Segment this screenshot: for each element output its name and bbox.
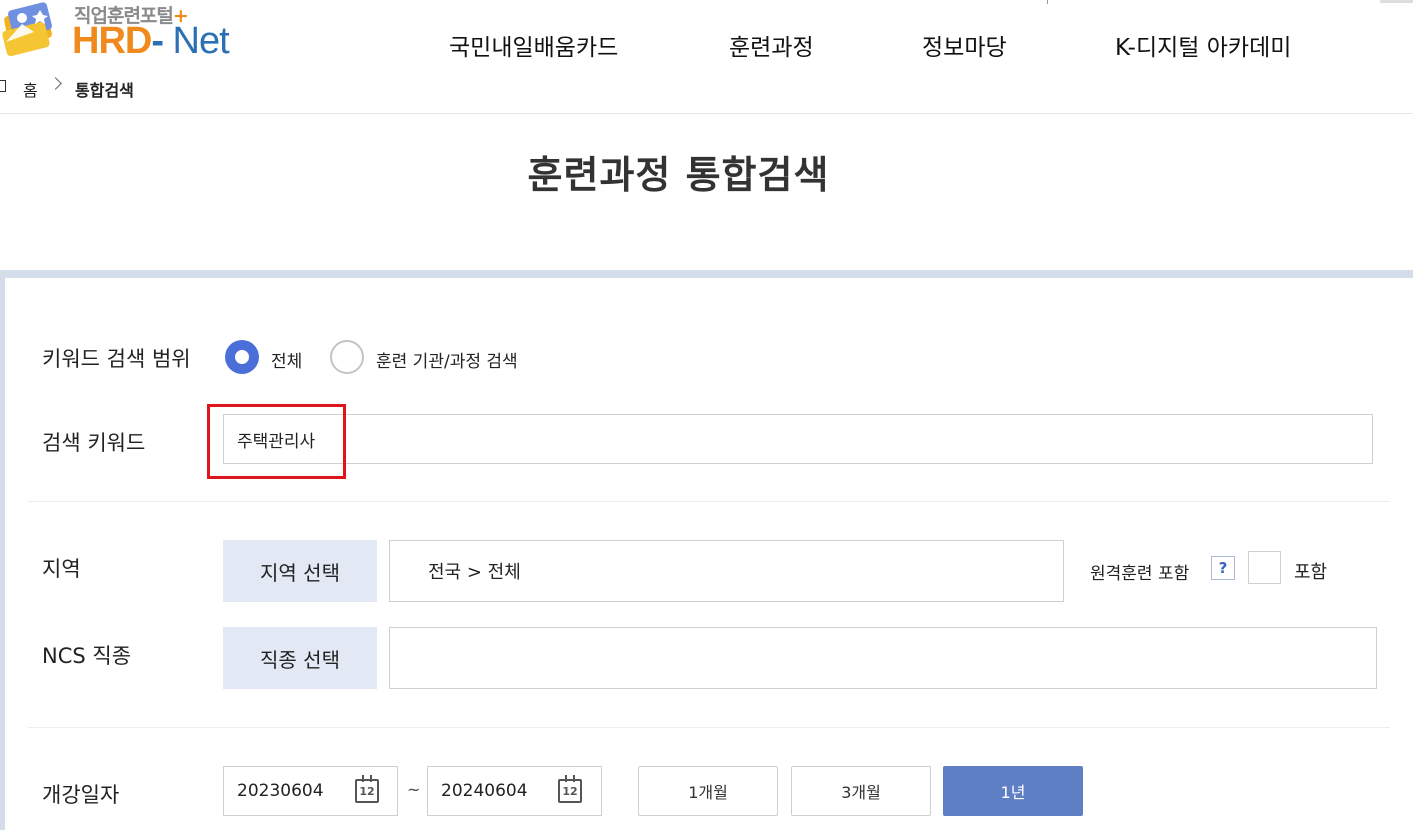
ncs-select-button[interactable]: 직종 선택 [223, 627, 377, 689]
scope-radio-institution[interactable] [330, 340, 364, 374]
scope-radio-institution-label[interactable]: 훈련 기관/과정 검색 [376, 347, 518, 372]
calendar-icon-from[interactable]: 12 [355, 775, 379, 803]
ncs-label: NCS 직종 [42, 644, 132, 668]
header-divider [0, 113, 1413, 114]
period-3-month-button[interactable]: 3개월 [791, 766, 931, 816]
remote-include-checkbox[interactable] [1248, 551, 1281, 584]
calendar-icon-to[interactable]: 12 [558, 775, 582, 803]
scope-radio-all-label[interactable]: 전체 [271, 347, 302, 372]
region-select-button[interactable]: 지역 선택 [223, 540, 377, 602]
date-separator: ~ [407, 780, 421, 799]
nav-k-digital-academy[interactable]: K-디지털 아카데미 [1115, 28, 1291, 62]
top-divider-mark [1047, 0, 1048, 4]
breadcrumb-current: 통합검색 [75, 81, 134, 100]
region-value-field[interactable]: 전국 > 전체 [389, 540, 1064, 602]
start-date-label: 개강일자 [42, 783, 120, 807]
region-label: 지역 [42, 557, 81, 581]
logo-emblem-icon [2, 2, 52, 56]
hrd-net-logo[interactable]: 직업훈련포털+ HRD- Net [0, 0, 240, 64]
keyword-label: 검색 키워드 [42, 431, 146, 455]
period-1-month-button[interactable]: 1개월 [638, 766, 778, 816]
scope-radio-all[interactable] [225, 340, 259, 374]
section-divider-1 [28, 501, 1390, 502]
period-1-year-button[interactable]: 1년 [943, 766, 1083, 816]
section-divider-2 [28, 727, 1390, 728]
keyword-scope-label: 키워드 검색 범위 [42, 347, 191, 371]
nav-national-card[interactable]: 국민내일배움카드 [449, 28, 618, 62]
nav-training-courses[interactable]: 훈련과정 [729, 28, 814, 62]
nav-info-board[interactable]: 정보마당 [922, 28, 1007, 62]
remote-training-label: 원격훈련 포함 [1090, 564, 1190, 584]
home-icon[interactable] [0, 80, 6, 92]
chevron-right-icon [49, 77, 62, 90]
page-title: 훈련과정 통합검색 [527, 153, 830, 197]
keyword-input[interactable]: 주택관리사 [223, 414, 1373, 464]
remote-include-label[interactable]: 포함 [1294, 558, 1327, 584]
top-utility-mark [1380, 0, 1413, 3]
keyword-highlight-box [207, 404, 346, 479]
logo-wordmark: HRD- Net [72, 20, 230, 62]
help-icon[interactable]: ? [1211, 556, 1235, 580]
ncs-value-field[interactable] [389, 627, 1377, 689]
breadcrumb-home[interactable]: 홈 [23, 77, 38, 101]
